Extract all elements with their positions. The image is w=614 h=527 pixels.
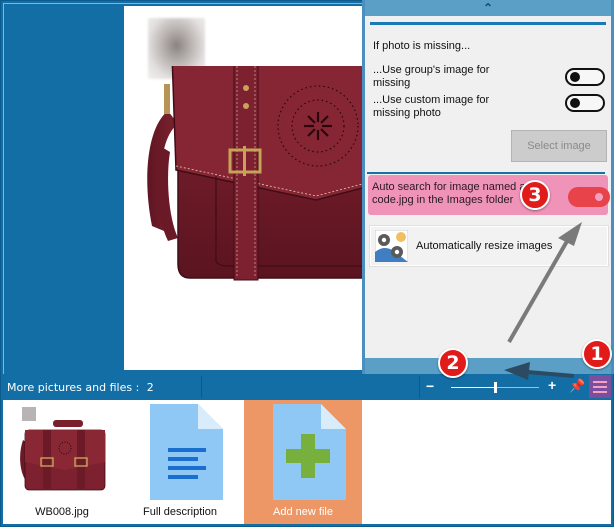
annotation-badge-1: 1 (582, 339, 612, 369)
bag-photo (147, 66, 366, 281)
panel-divider (370, 22, 606, 25)
section-divider (367, 172, 605, 174)
group-image-toggle[interactable] (565, 68, 605, 86)
files-toolbar: More pictures and files : 2 − + 📌 (3, 374, 611, 400)
pin-icon[interactable]: 📌 (569, 378, 585, 394)
bag-thumbnail (20, 420, 106, 491)
hamburger-menu-icon-line (593, 380, 607, 383)
auto-resize-label: Automatically resize images (416, 240, 553, 252)
file-item-document[interactable]: Full description (121, 400, 239, 524)
zoom-slider-thumb[interactable] (494, 382, 497, 393)
settings-panel: ⌃ If photo is missing... ...Use group's … (362, 0, 614, 374)
annotation-badge-2: 2 (438, 348, 468, 378)
document-icon (150, 404, 223, 500)
zoom-slider-fill (451, 387, 495, 388)
auto-resize-button[interactable]: Automatically resize images (369, 225, 609, 267)
more-files-label: More pictures and files : 2 (7, 381, 154, 394)
add-file-icon (273, 404, 346, 500)
hamburger-menu-icon-line (593, 385, 607, 388)
missing-photo-heading: If photo is missing... (373, 40, 471, 52)
zoom-in-button[interactable]: + (548, 377, 556, 393)
files-strip: WB008.jpg Full description Add new file (3, 400, 611, 524)
more-files-count: 2 (146, 381, 154, 394)
custom-image-toggle[interactable] (565, 94, 605, 112)
main-photo[interactable] (124, 6, 366, 370)
custom-image-option-label: ...Use custom image for missing photo (373, 94, 490, 119)
select-image-button[interactable]: Select image (511, 130, 607, 162)
annotation-badge-3: 3 (520, 180, 550, 210)
toggle-knob (595, 193, 603, 201)
zoom-out-button[interactable]: − (426, 378, 434, 394)
settings-image-icon (375, 230, 408, 262)
add-new-file-button[interactable]: Add new file (244, 400, 362, 524)
file-name: Full description (143, 506, 217, 518)
group-image-option-label: ...Use group's image for missing (373, 64, 490, 89)
auto-search-row: Auto search for image named a code.jpg i… (368, 175, 610, 215)
toggle-knob (570, 98, 580, 108)
auto-search-label: Auto search for image named a code.jpg i… (372, 181, 526, 206)
file-name: Add new file (273, 506, 333, 518)
file-name: WB008.jpg (35, 506, 89, 518)
panel-collapse-top[interactable]: ⌃ (365, 0, 611, 16)
toggle-knob (570, 72, 580, 82)
chevron-up-icon[interactable]: ⌃ (483, 1, 493, 15)
panel-collapse-toggle[interactable]: ⌄ (365, 358, 611, 374)
file-item-image[interactable]: WB008.jpg (3, 400, 121, 524)
menu-button[interactable] (589, 375, 611, 398)
toolbar-divider (419, 376, 420, 398)
more-files-text: More pictures and files : (7, 381, 140, 394)
hamburger-menu-icon-line (593, 390, 607, 393)
auto-search-toggle[interactable] (568, 187, 610, 207)
toolbar-divider (201, 376, 202, 398)
